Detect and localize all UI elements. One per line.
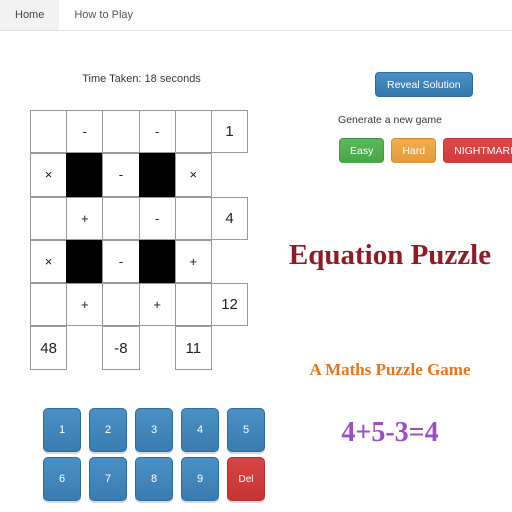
grid-cell-operator: + [174,239,212,284]
nav-item-how-to-play[interactable]: How to Play [59,0,148,30]
grid-cell-input[interactable] [102,283,140,327]
reveal-solution-button[interactable]: Reveal Solution [375,72,473,97]
grid-cell-result: 48 [30,326,68,370]
keypad-key-9[interactable]: 9 [181,457,219,501]
grid-cell-void [66,326,103,369]
keypad-key-3[interactable]: 3 [135,408,173,452]
grid-cell-operator: × [30,153,68,197]
keypad-key-6[interactable]: 6 [43,457,81,501]
keypad-row: 12345 [43,408,273,452]
grid-cell-operator: - [102,239,140,284]
keypad-delete-button[interactable]: Del [227,457,265,501]
grid-cell-result: 12 [210,283,249,327]
grid-row: + +12 [30,283,253,327]
grid-cell-result: 4 [210,196,249,240]
keypad-key-2[interactable]: 2 [89,408,127,452]
grid-cell-operator: + [138,283,176,327]
grid-cell-void [211,153,248,196]
navbar: Home How to Play [0,0,512,31]
grid-cell-void [211,326,248,369]
brand-title: Equation Puzzle [288,239,492,271]
grid-row: × - × [30,153,253,197]
keypad-key-5[interactable]: 5 [227,408,265,452]
grid-cell-input[interactable] [30,196,68,240]
grid-row: --1 [30,110,253,154]
grid-cell-operator: + [66,196,104,240]
difficulty-button-easy[interactable]: Easy [339,138,385,163]
grid-cell-operator: - [66,110,104,154]
brand-equation: 4+5-3=4 [341,417,439,448]
keypad-key-1[interactable]: 1 [43,408,81,452]
grid-row: + -4 [30,196,253,240]
grid-cell-input[interactable] [174,110,212,154]
grid-cell-blocked [66,153,104,197]
keypad-key-8[interactable]: 8 [135,457,173,501]
difficulty-button-night[interactable]: NIGHTMARE [443,138,512,163]
grid-cell-result: -8 [102,326,140,370]
grid-cell-blocked [138,153,176,197]
grid-row: 48 -8 11 [30,326,253,370]
grid-cell-operator: - [138,196,176,240]
grid-cell-input[interactable] [102,196,140,240]
grid-cell-operator: × [30,239,68,284]
difficulty-button-group: Easy Hard NIGHTMARE [339,138,512,163]
difficulty-button-hard[interactable]: Hard [391,138,437,163]
keypad-key-7[interactable]: 7 [89,457,127,501]
generate-new-game-label: Generate a new game [338,114,442,126]
nav-item-home[interactable]: Home [0,0,60,30]
puzzle-grid: - -1 × - × + -4 × - + + +12 48 -8 11 [30,110,253,370]
grid-cell-operator: - [102,153,140,197]
grid-cell-input[interactable] [174,196,212,240]
keypad-row: 6 7 8 9 Del [43,457,273,501]
keypad-key-4[interactable]: 4 [181,408,219,452]
grid-cell-blocked [138,239,176,284]
number-keypad: 1 2 3 4 5 6 7 8 9 Del [43,408,273,506]
grid-row: × - + [30,239,253,284]
grid-cell-result: 11 [174,326,212,370]
grid-cell-operator: + [66,283,104,327]
grid-cell-input[interactable] [30,283,68,327]
grid-cell-input[interactable] [30,110,68,154]
grid-cell-input[interactable] [174,283,212,327]
grid-cell-input[interactable] [102,110,140,154]
grid-cell-operator: × [174,153,212,197]
grid-cell-blocked [66,239,104,284]
timer-label: Time Taken: 18 seconds [82,73,201,85]
grid-cell-void [139,326,176,369]
grid-cell-void [211,240,248,283]
brand-subtitle: A Maths Puzzle Game [309,360,471,379]
grid-cell-operator: - [138,110,176,154]
grid-cell-result: 1 [210,110,249,154]
